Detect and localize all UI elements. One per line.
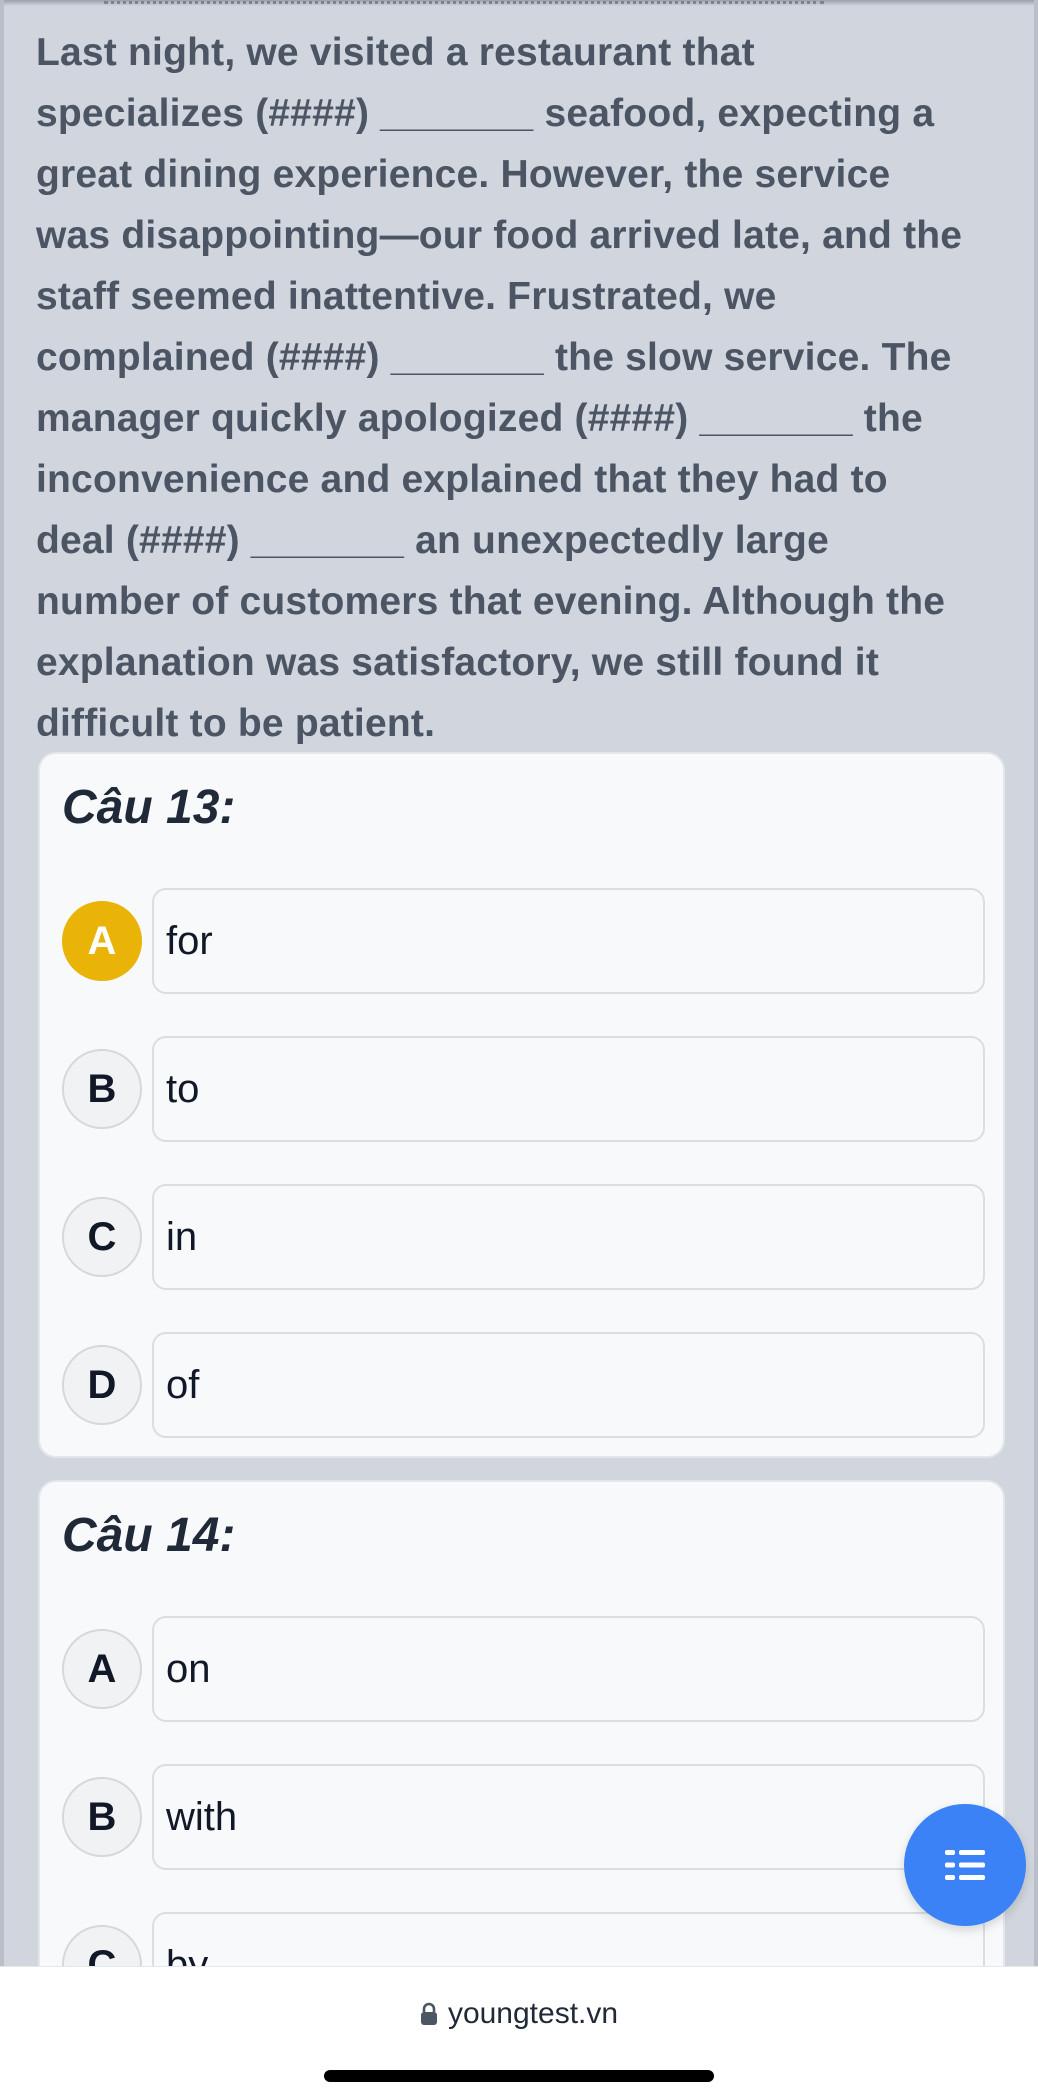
address-bar[interactable]: youngtest.vn [0,1997,1038,2031]
option-b[interactable]: B with [62,1764,985,1870]
option-letter-badge[interactable]: C [62,1197,142,1277]
option-letter-badge[interactable]: D [62,1345,142,1425]
passage-line: number of customers that evening. Althou… [36,580,946,623]
clipped-text-line [104,0,824,4]
quiz-viewport: Last night, we visited a restaurant that… [0,0,1038,1966]
home-indicator [324,2070,714,2082]
question-card-13: Câu 13: A for B to C in D of [38,752,1005,1458]
question-list-button[interactable] [904,1804,1026,1926]
passage-line: manager quickly apologized (####) ______… [36,397,923,440]
option-b[interactable]: B to [62,1036,985,1142]
answer-box[interactable]: with [152,1764,985,1870]
answer-box[interactable]: on [152,1616,985,1722]
passage-line: staff seemed inattentive. Frustrated, we [36,275,777,318]
question-title: Câu 13: [62,781,236,834]
option-letter-badge[interactable]: A [62,901,142,981]
option-c[interactable]: C by [62,1912,985,1966]
passage-line: difficult to be patient. [36,702,436,745]
passage-line: Last night, we visited a restaurant that [36,31,755,74]
answer-box[interactable]: to [152,1036,985,1142]
option-c[interactable]: C in [62,1184,985,1290]
passage-line: inconvenience and explained that they ha… [36,458,888,501]
option-letter-badge[interactable]: B [62,1777,142,1857]
lock-icon [420,2002,437,2025]
option-a[interactable]: A on [62,1616,985,1722]
passage-line: great dining experience. However, the se… [36,153,891,196]
answer-box[interactable]: by [152,1912,985,1966]
browser-bottom-bar: youngtest.vn [0,1966,1038,2090]
passage-line: deal (####) _______ an unexpectedly larg… [36,519,829,562]
answer-box[interactable]: of [152,1332,985,1438]
option-a[interactable]: A for [62,888,985,994]
option-d[interactable]: D of [62,1332,985,1438]
option-letter-badge[interactable]: A [62,1629,142,1709]
passage-line: explanation was satisfactory, we still f… [36,641,880,684]
option-letter-badge[interactable]: C [62,1925,142,1966]
question-card-14: Câu 14: A on B with C by [38,1480,1005,1966]
reading-passage: Last night, we visited a restaurant that… [36,22,1016,754]
passage-line: complained (####) _______ the slow servi… [36,336,952,379]
answer-box[interactable]: in [152,1184,985,1290]
option-letter-badge[interactable]: B [62,1049,142,1129]
question-title: Câu 14: [62,1509,236,1562]
passage-line: was disappointing—our food arrived late,… [36,214,963,257]
answer-box[interactable]: for [152,888,985,994]
list-icon [945,1850,985,1880]
passage-line: specializes (####) _______ seafood, expe… [36,92,935,135]
url-text: youngtest.vn [447,1997,619,2030]
